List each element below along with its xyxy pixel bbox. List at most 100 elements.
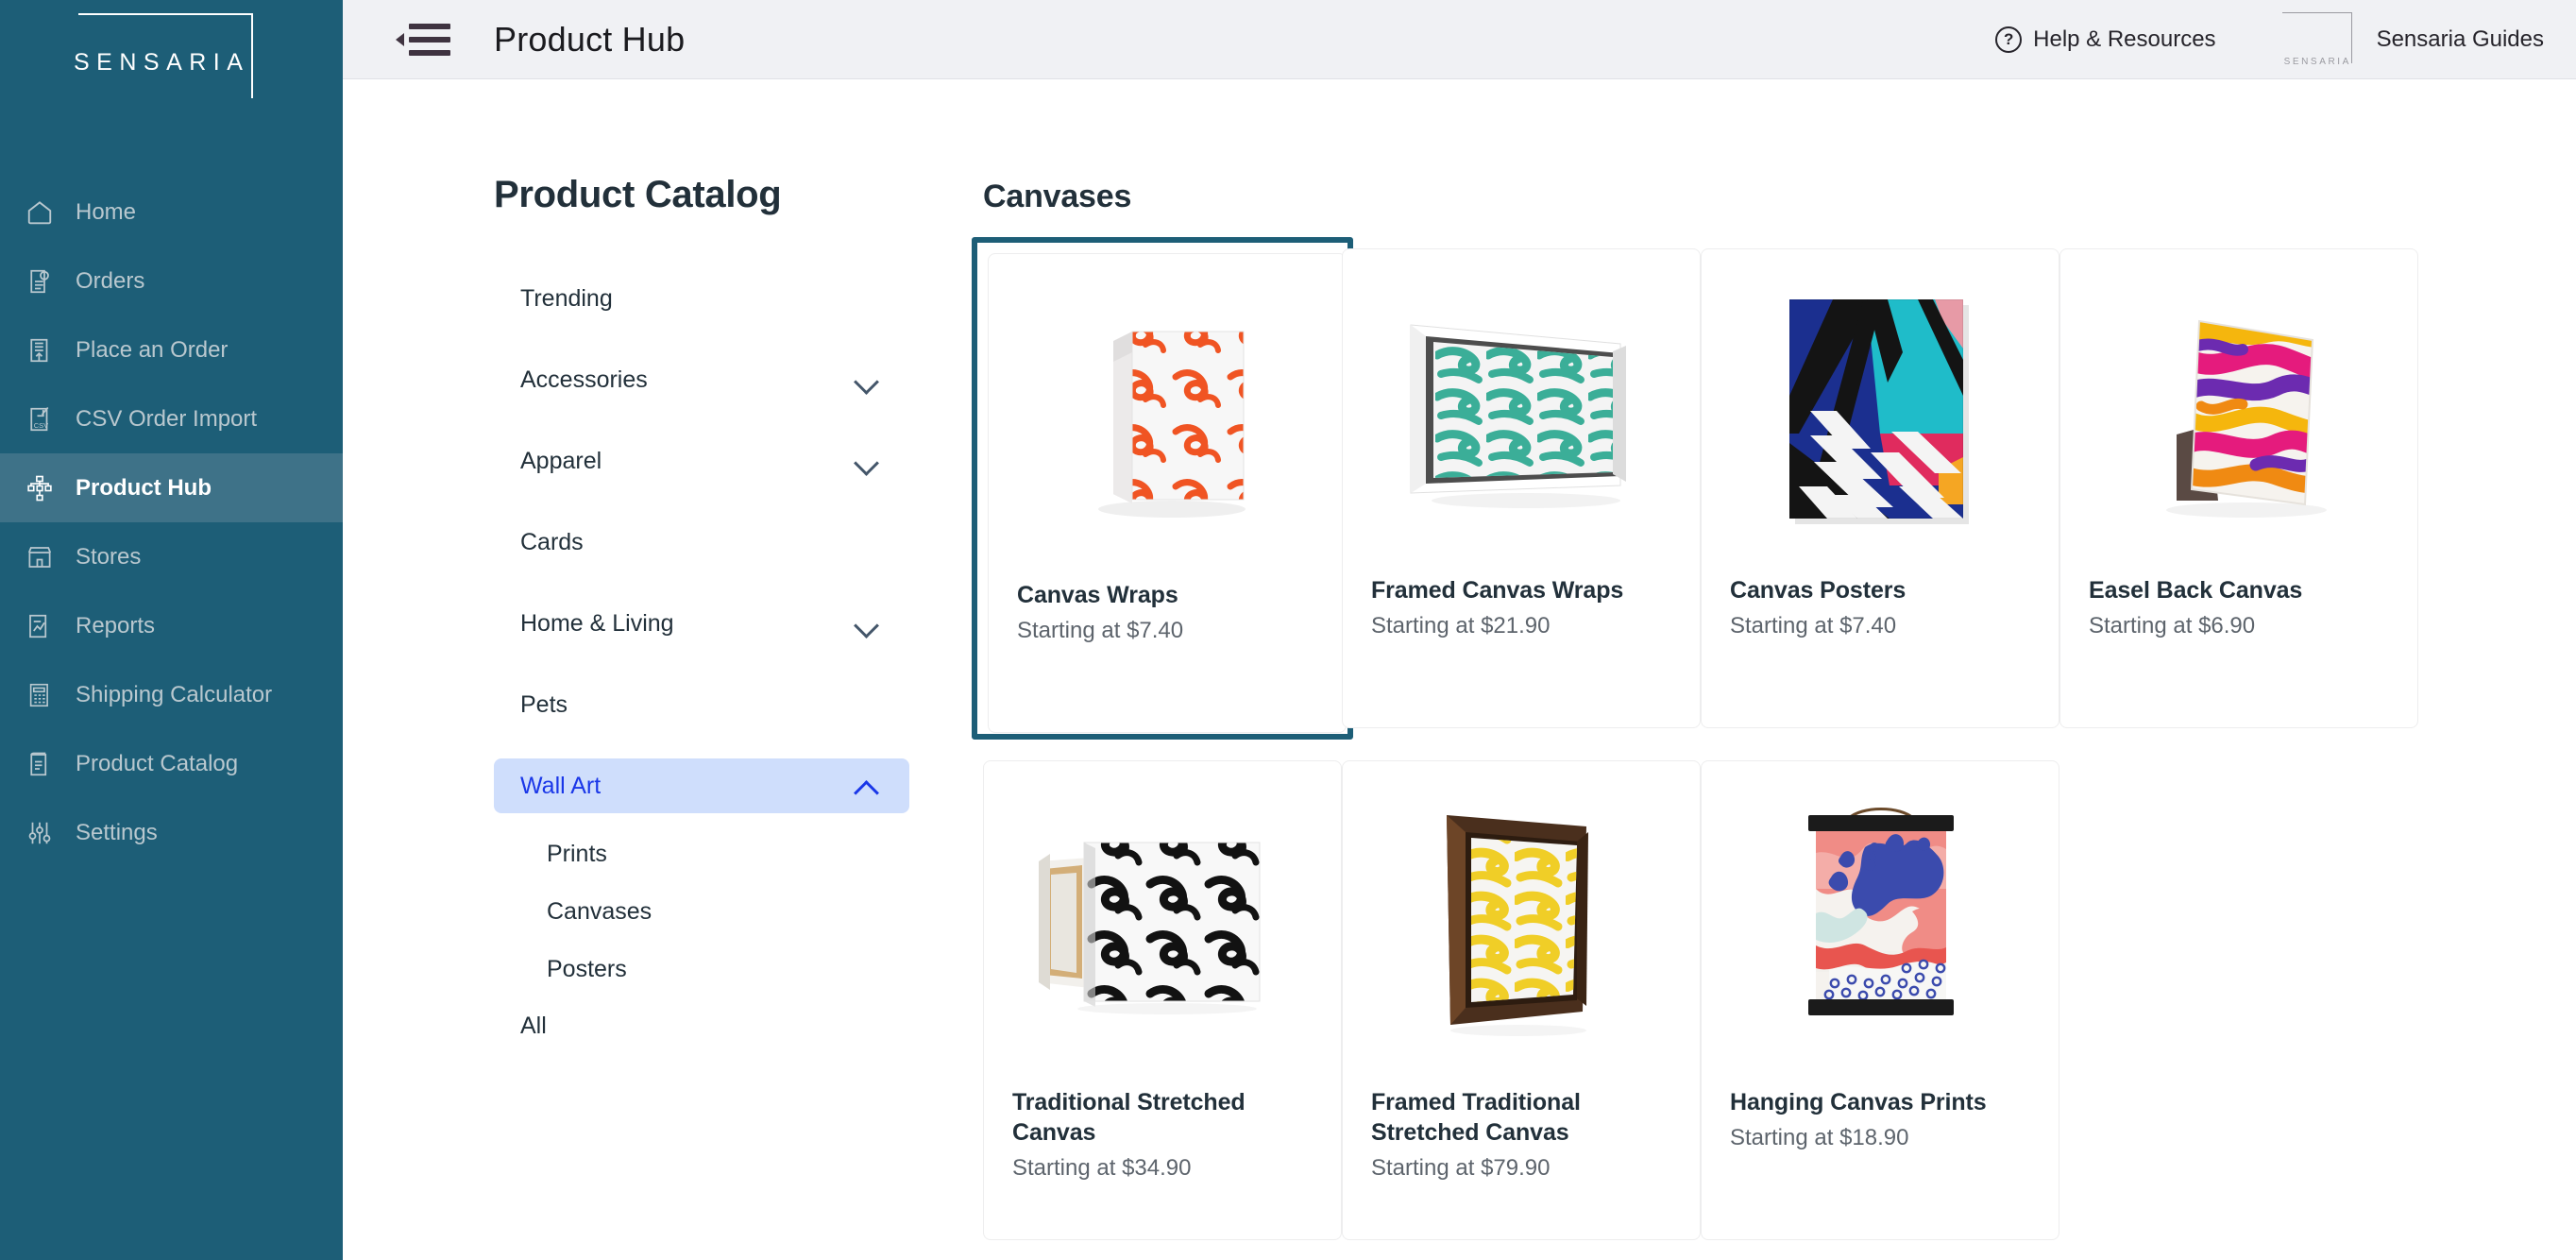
product-card[interactable]: Hanging Canvas Prints Starting at $18.90 <box>1701 760 2059 1240</box>
brand-wordmark: SENSARIA <box>74 49 250 76</box>
product-grid-row-1: Canvas Wraps Starting at $7.40 Framed Ca… <box>972 237 2500 740</box>
sidebar-item-label: Product Hub <box>76 474 212 501</box>
sidebar-item-label: Reports <box>76 612 156 639</box>
product-name: Traditional Stretched Canvas <box>1012 1089 1246 1146</box>
product-price: Starting at $6.90 <box>2089 613 2256 639</box>
catalog-item-accessories[interactable]: Accessories <box>494 352 909 407</box>
top-bar-right: ? Help & Resources SENSARIA Sensaria Gui… <box>1995 10 2544 69</box>
products-panel: Canvases Canvas Wraps Starting at $7.40 … <box>909 79 2576 1260</box>
yellow-brush-woodframe-art <box>1447 815 1588 1036</box>
catalog-item-label: Apparel <box>520 447 602 474</box>
sensaria-guides-link[interactable]: SENSARIA Sensaria Guides <box>2281 10 2544 69</box>
product-name: Canvas Wraps <box>1017 582 1178 608</box>
sidebar-item-place-an-order[interactable]: Place an Order <box>0 315 343 384</box>
sidebar-item-product-catalog[interactable]: Product Catalog <box>0 729 343 798</box>
sidebar-item-home[interactable]: Home <box>0 178 343 247</box>
chevron-down-icon <box>855 453 879 468</box>
help-and-resources-link[interactable]: ? Help & Resources <box>1995 26 2216 53</box>
catalog-item-label: Home & Living <box>520 609 674 637</box>
catalog-item-pets[interactable]: Pets <box>494 677 909 732</box>
product-cell: Easel Back Canvas Starting at $6.90 <box>2059 248 2418 740</box>
product-cell: Framed Traditional Stretched Canvas Star… <box>1342 760 1701 1240</box>
storefront-icon <box>25 542 55 572</box>
chevron-up-icon <box>855 778 879 793</box>
product-thumbnail <box>1702 249 2059 575</box>
product-meta: Framed Canvas Wraps Starting at $21.90 <box>1343 575 1700 639</box>
guides-label: Sensaria Guides <box>2376 26 2544 52</box>
main-area: Product Hub ? Help & Resources SENSARIA … <box>343 0 2576 1260</box>
orders-document-icon <box>25 266 55 297</box>
sidebar-item-label: Home <box>76 198 137 225</box>
product-cell: Canvas Posters Starting at $7.40 <box>1701 248 2059 740</box>
product-name: Framed Canvas Wraps <box>1371 577 1624 604</box>
product-name: Hanging Canvas Prints <box>1730 1089 1987 1115</box>
product-thumbnail <box>2060 249 2417 575</box>
catalog-item-label: Wall Art <box>520 772 602 799</box>
chevron-down-icon <box>855 616 879 631</box>
product-meta: Traditional Stretched Canvas Starting at… <box>984 1087 1341 1182</box>
catalog-subitem-posters[interactable]: Posters <box>494 955 909 983</box>
catalog-item-trending[interactable]: Trending <box>494 271 909 326</box>
catalog-item-apparel[interactable]: Apparel <box>494 434 909 488</box>
collapse-sidebar-button[interactable] <box>396 23 450 56</box>
sidebar-item-label: Product Catalog <box>76 750 239 776</box>
sidebar-item-csv-order-import[interactable]: CSV CSV Order Import <box>0 384 343 453</box>
sidebar-item-product-hub[interactable]: Product Hub <box>0 453 343 522</box>
svg-text:CSV: CSV <box>34 420 48 429</box>
product-price: Starting at $79.90 <box>1371 1155 1551 1181</box>
product-card[interactable]: Canvas Posters Starting at $7.40 <box>1701 248 2059 728</box>
sidebar-item-label: Settings <box>76 819 158 845</box>
sensaria-logo-mark-icon: SENSARIA <box>2281 10 2356 69</box>
catalog-heading: Product Catalog <box>494 174 782 215</box>
catalog-item-all[interactable]: All <box>494 1013 909 1040</box>
sidebar-item-shipping-calculator[interactable]: Shipping Calculator <box>0 660 343 729</box>
sidebar-item-settings[interactable]: Settings <box>0 798 343 867</box>
home-icon <box>25 197 55 228</box>
place-order-icon <box>25 335 55 366</box>
catalog-item-cards[interactable]: Cards <box>494 515 909 570</box>
product-card[interactable]: Easel Back Canvas Starting at $6.90 <box>2059 248 2418 728</box>
product-card-selected-wrapper[interactable]: Canvas Wraps Starting at $7.40 <box>972 237 1353 740</box>
content-area: Product Catalog Trending Accessories App… <box>343 79 2576 1260</box>
pink-blue-hanging-art <box>1807 807 1954 1015</box>
catalog-subitem-canvases[interactable]: Canvases <box>494 897 909 926</box>
chevron-down-icon <box>855 372 879 387</box>
catalog-subitem-prints[interactable]: Prints <box>494 840 909 868</box>
question-circle-icon: ? <box>1995 26 2023 53</box>
sidebar-nav: Home Orders Place an Order CSV CSV Order… <box>0 178 343 867</box>
product-meta: Framed Traditional Stretched Canvas Star… <box>1343 1087 1700 1182</box>
product-meta: Hanging Canvas Prints Starting at $18.90 <box>1702 1087 2059 1151</box>
product-thumbnail <box>984 761 1341 1087</box>
orange-brush-wrap-art <box>1098 331 1246 518</box>
sidebar-item-stores[interactable]: Stores <box>0 522 343 591</box>
sidebar-item-label: Shipping Calculator <box>76 681 273 707</box>
product-card[interactable]: Framed Traditional Stretched Canvas Star… <box>1342 760 1701 1240</box>
product-meta: Easel Back Canvas Starting at $6.90 <box>2060 575 2417 639</box>
product-cell: Framed Canvas Wraps Starting at $21.90 <box>1342 248 1701 740</box>
top-bar: Product Hub ? Help & Resources SENSARIA … <box>343 0 2576 79</box>
product-name: Framed Traditional Stretched Canvas <box>1371 1089 1581 1146</box>
sidebar-item-label: CSV Order Import <box>76 405 258 432</box>
chevron-left-icon <box>396 32 404 46</box>
catalog-item-label: Cards <box>520 528 584 555</box>
catalog-item-home-and-living[interactable]: Home & Living <box>494 596 909 651</box>
product-card[interactable]: Canvas Wraps Starting at $7.40 <box>988 253 1347 733</box>
product-price: Starting at $7.40 <box>1017 618 1184 643</box>
product-meta: Canvas Posters Starting at $7.40 <box>1702 575 2059 639</box>
product-cell: Hanging Canvas Prints Starting at $18.90 <box>1701 760 2059 1240</box>
product-card[interactable]: Traditional Stretched Canvas Starting at… <box>983 760 1342 1240</box>
product-meta: Canvas Wraps Starting at $7.40 <box>989 580 1346 644</box>
calculator-icon <box>25 680 55 710</box>
reports-chart-icon <box>25 611 55 641</box>
product-card[interactable]: Framed Canvas Wraps Starting at $21.90 <box>1342 248 1701 728</box>
product-name: Easel Back Canvas <box>2089 577 2303 604</box>
product-thumbnail <box>1702 761 2059 1087</box>
sliders-icon <box>25 818 55 848</box>
product-thumbnail <box>1343 249 1700 575</box>
sidebar-item-reports[interactable]: Reports <box>0 591 343 660</box>
product-catalog-panel: Product Catalog Trending Accessories App… <box>343 79 909 1260</box>
catalog-item-wall-art[interactable]: Wall Art <box>494 758 909 813</box>
product-grid-row-2: Traditional Stretched Canvas Starting at… <box>983 760 2500 1240</box>
csv-import-icon: CSV <box>25 404 55 434</box>
sidebar-item-orders[interactable]: Orders <box>0 247 343 315</box>
